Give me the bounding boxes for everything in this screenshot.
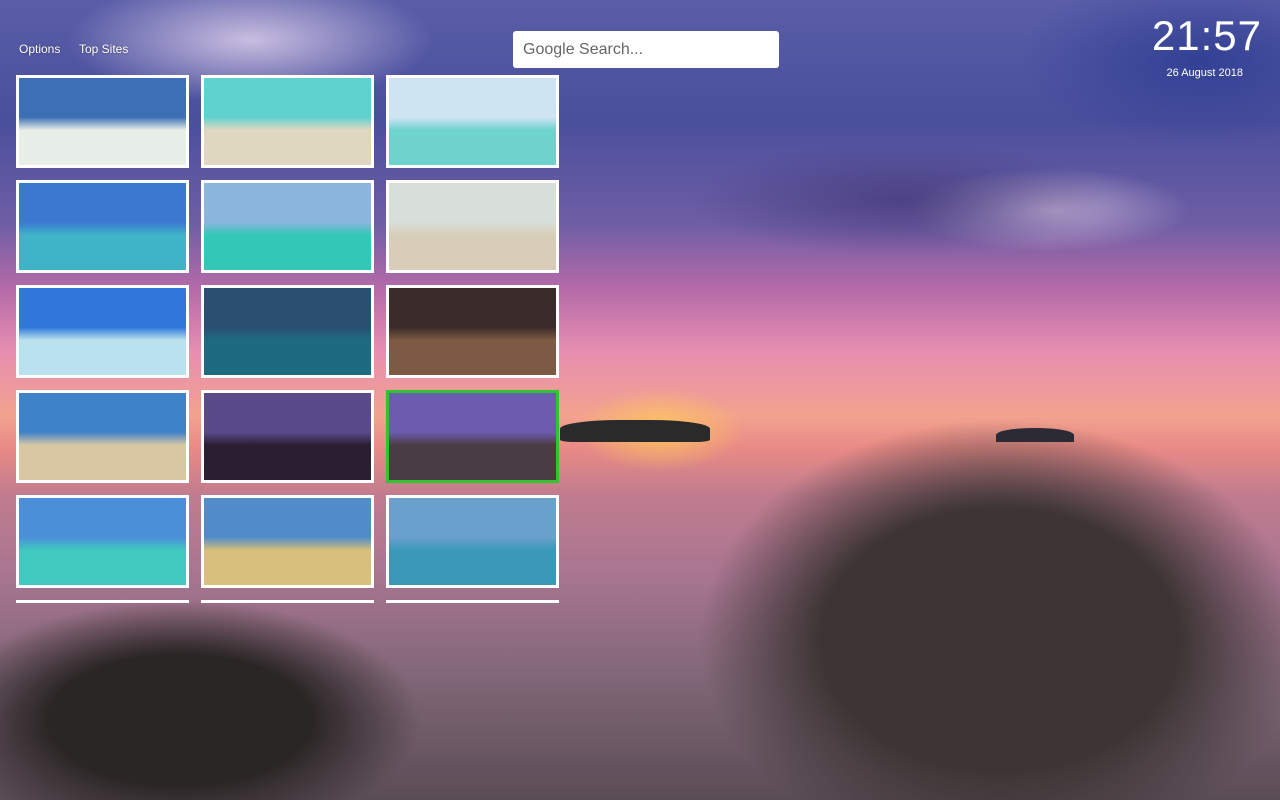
wallpaper-thumbnail[interactable] <box>201 600 374 603</box>
wallpaper-thumbnail[interactable] <box>201 75 374 168</box>
wallpaper-thumbnail[interactable] <box>386 285 559 378</box>
wallpaper-thumbnail-selected[interactable] <box>386 390 559 483</box>
wallpaper-islet <box>996 428 1074 442</box>
wallpaper-island <box>560 420 710 442</box>
wallpaper-thumbnail[interactable] <box>16 180 189 273</box>
wallpaper-thumbnail[interactable] <box>16 285 189 378</box>
wallpaper-thumbnail[interactable] <box>386 180 559 273</box>
wallpaper-thumbnail[interactable] <box>16 600 189 603</box>
google-search-input[interactable] <box>513 31 779 68</box>
wallpaper-thumbnail[interactable] <box>201 390 374 483</box>
clock-date: 26 August 2018 <box>1166 67 1243 79</box>
wallpaper-thumbnail[interactable] <box>201 180 374 273</box>
wallpaper-thumbnail[interactable] <box>386 75 559 168</box>
wallpaper-thumbnail[interactable] <box>16 390 189 483</box>
top-sites-link[interactable]: Top Sites <box>79 42 128 56</box>
options-link[interactable]: Options <box>19 42 60 56</box>
clock-time: 21:57 <box>1151 12 1262 59</box>
wallpaper-thumbnail[interactable] <box>201 495 374 588</box>
wallpaper-thumbnail[interactable] <box>201 285 374 378</box>
wallpaper-gallery <box>16 75 564 603</box>
wallpaper-thumbnail[interactable] <box>16 75 189 168</box>
wallpaper-thumbnail[interactable] <box>386 495 559 588</box>
wallpaper-thumbnail[interactable] <box>16 495 189 588</box>
wallpaper-thumbnail[interactable] <box>386 600 559 603</box>
